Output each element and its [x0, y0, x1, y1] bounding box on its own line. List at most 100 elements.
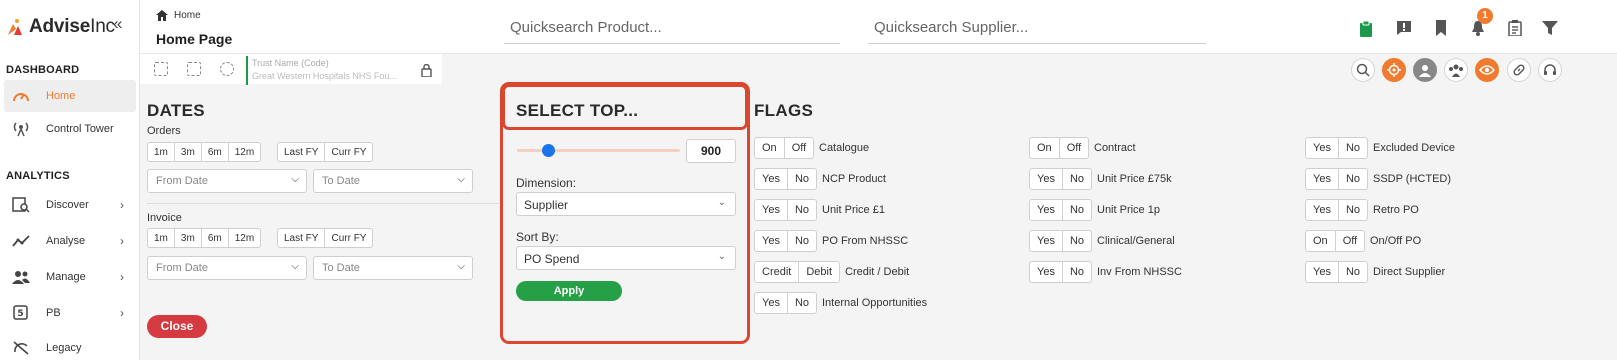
search-icon — [1356, 63, 1370, 77]
flag-toggle-direct-supplier: Yes No — [1305, 261, 1369, 283]
group-circle-button[interactable] — [1444, 58, 1468, 82]
clipboard-green-icon[interactable] — [1356, 18, 1376, 38]
flag-option-no-button[interactable]: No — [1062, 230, 1093, 252]
apply-button[interactable]: Apply — [516, 281, 622, 301]
flag-option-yes-button[interactable]: Yes — [754, 292, 788, 314]
last-fy-button[interactable]: Last FY — [277, 228, 326, 248]
select-region-icon[interactable] — [154, 62, 168, 76]
invoice-to-date[interactable]: To Date ⌵ — [313, 256, 473, 280]
flag-option-yes-button[interactable]: Yes — [1029, 199, 1063, 221]
curr-fy-button[interactable]: Curr FY — [324, 228, 374, 248]
flag-option-on-button[interactable]: On — [1029, 137, 1060, 159]
breadcrumb[interactable]: Home — [156, 10, 201, 21]
flag-option-on-button[interactable]: On — [1305, 230, 1336, 252]
bookmark-icon[interactable] — [1431, 18, 1451, 38]
flag-option-no-button[interactable]: No — [787, 168, 818, 190]
flag-option-no-button[interactable]: No — [1338, 199, 1369, 221]
user-circle-button[interactable] — [1413, 58, 1437, 82]
flag-toggle-internal-opportunities: Yes No — [754, 292, 818, 314]
product-search-input[interactable] — [504, 12, 840, 44]
flag-option-no-button[interactable]: No — [787, 292, 818, 314]
flag-option-debit-button[interactable]: Debit — [799, 261, 841, 283]
report-issue-icon[interactable] — [1394, 18, 1414, 38]
range-3m-button[interactable]: 3m — [173, 228, 202, 248]
flag-option-off-button[interactable]: Off — [1059, 137, 1090, 159]
invoice-from-date[interactable]: From Date ⌵ — [147, 256, 307, 280]
chevron-down-icon: ⌄ — [717, 251, 726, 262]
support-circle-button[interactable] — [1538, 58, 1562, 82]
flag-option-no-button[interactable]: No — [1062, 261, 1093, 283]
clipboard-list-icon[interactable] — [1505, 18, 1525, 38]
sidebar-item-discover[interactable]: Discover › — [4, 189, 136, 221]
flag-option-yes-button[interactable]: Yes — [1029, 168, 1063, 190]
sidebar-item-label: Home — [46, 90, 76, 102]
flag-option-yes-button[interactable]: Yes — [1305, 199, 1339, 221]
dimension-select[interactable]: Supplier ⌄ — [516, 192, 736, 216]
flag-label-credit-debit: Credit / Debit — [845, 266, 910, 278]
orders-to-date[interactable]: To Date ⌵ — [313, 169, 473, 193]
flag-option-yes-button[interactable]: Yes — [754, 230, 788, 252]
flag-option-no-button[interactable]: No — [1062, 168, 1093, 190]
flag-toggle-credit-debit: Credit Debit — [754, 261, 841, 283]
curr-fy-button[interactable]: Curr FY — [324, 142, 374, 162]
sidebar-item-home[interactable]: Home — [4, 80, 136, 112]
share-region-icon[interactable] — [187, 62, 201, 76]
flag-option-yes-button[interactable]: Yes — [1305, 168, 1339, 190]
flag-option-off-button[interactable]: Off — [1335, 230, 1366, 252]
sidebar-item-label: Manage — [46, 271, 86, 283]
trust-selector[interactable]: Trust Name (Code) Great Western Hospital… — [246, 56, 440, 85]
invoice-fy-range: Last FY Curr FY — [277, 228, 374, 248]
target-circle-button[interactable] — [1382, 58, 1406, 82]
flag-option-yes-button[interactable]: Yes — [1029, 230, 1063, 252]
lock-icon[interactable] — [421, 63, 432, 82]
range-1m-button[interactable]: 1m — [147, 142, 175, 162]
sort-by-value: PO Spend — [524, 252, 580, 266]
view-circle-button[interactable] — [1475, 58, 1499, 82]
trust-value: Great Western Hospitals NHS Fou... — [252, 71, 397, 81]
sidebar-item-legacy[interactable]: Legacy — [4, 332, 136, 360]
filter-icon[interactable] — [1540, 18, 1560, 38]
range-3m-button[interactable]: 3m — [173, 142, 202, 162]
range-1m-button[interactable]: 1m — [147, 228, 175, 248]
flag-option-yes-button[interactable]: Yes — [1029, 261, 1063, 283]
flag-option-no-button[interactable]: No — [787, 230, 818, 252]
breadcrumb-label: Home — [174, 10, 201, 21]
collapse-sidebar-icon[interactable]: « — [113, 14, 122, 34]
flag-option-no-button[interactable]: No — [787, 199, 818, 221]
flag-option-yes-button[interactable]: Yes — [1305, 137, 1339, 159]
flag-label-contract: Contract — [1094, 142, 1136, 154]
last-fy-button[interactable]: Last FY — [277, 142, 326, 162]
home-icon — [156, 10, 168, 21]
flag-toggle-ssdp-hcted: Yes No — [1305, 168, 1369, 190]
range-6m-button[interactable]: 6m — [200, 228, 229, 248]
brand-logo[interactable]: AdviseInc — [6, 16, 115, 38]
sidebar-item-analyse[interactable]: Analyse › — [4, 225, 136, 257]
flag-option-yes-button[interactable]: Yes — [754, 168, 788, 190]
search-circle-button[interactable] — [1351, 58, 1375, 82]
top-n-slider-handle[interactable] — [541, 144, 555, 157]
flag-option-yes-button[interactable]: Yes — [1305, 261, 1339, 283]
flag-option-no-button[interactable]: No — [1338, 168, 1369, 190]
orders-from-date[interactable]: From Date ⌵ — [147, 169, 307, 193]
sidebar-item-manage[interactable]: Manage › — [4, 261, 136, 293]
top-n-value-input[interactable]: 900 — [686, 139, 736, 163]
flag-option-on-button[interactable]: On — [754, 137, 785, 159]
chevron-right-icon: › — [120, 270, 124, 284]
flag-option-credit-button[interactable]: Credit — [754, 261, 800, 283]
flag-option-no-button[interactable]: No — [1062, 199, 1093, 221]
close-button[interactable]: Close — [147, 315, 207, 338]
sidebar-item-control-tower[interactable]: Control Tower — [4, 113, 136, 145]
sidebar-item-label: Control Tower — [46, 123, 114, 135]
flag-option-off-button[interactable]: Off — [784, 137, 815, 159]
sort-by-select[interactable]: PO Spend ⌄ — [516, 246, 736, 270]
supplier-search-input[interactable] — [868, 12, 1206, 44]
sidebar-item-pb[interactable]: 5 PB › — [4, 297, 136, 329]
range-12m-button[interactable]: 12m — [227, 142, 262, 162]
flag-option-no-button[interactable]: No — [1338, 261, 1369, 283]
range-6m-button[interactable]: 6m — [200, 142, 229, 162]
flag-option-yes-button[interactable]: Yes — [754, 199, 788, 221]
flag-option-no-button[interactable]: No — [1338, 137, 1369, 159]
range-12m-button[interactable]: 12m — [227, 228, 262, 248]
link-circle-button[interactable] — [1507, 58, 1531, 82]
target-region-icon[interactable] — [220, 62, 234, 76]
